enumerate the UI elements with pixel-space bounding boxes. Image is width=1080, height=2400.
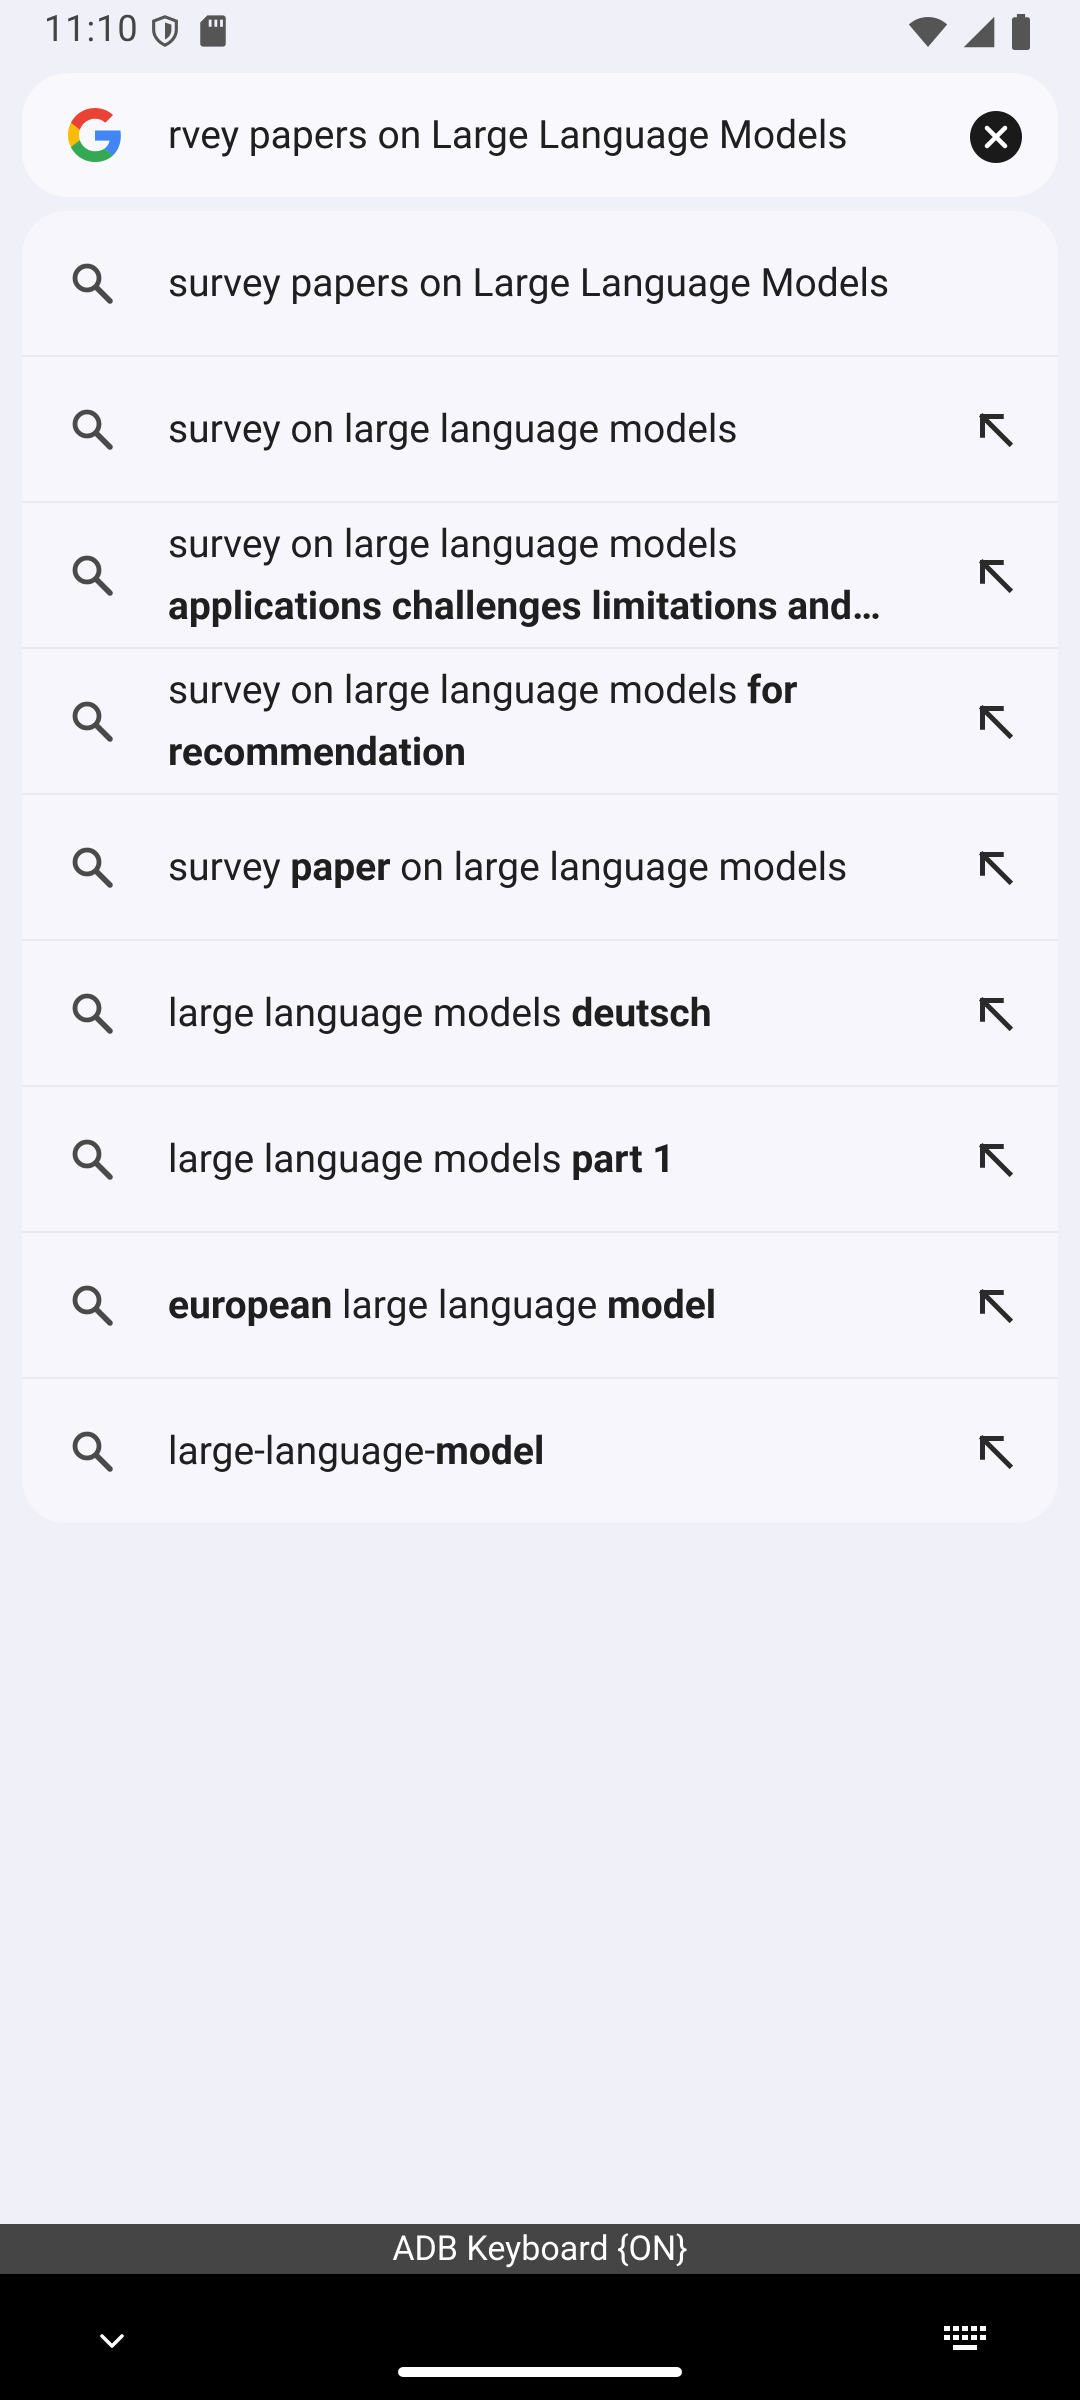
suggestion-segment: survey on large language models (168, 406, 738, 452)
search-icon (68, 843, 116, 891)
suggestion-text: survey on large language models for recom… (168, 659, 938, 783)
suggestion-segment: large language models (168, 990, 572, 1036)
suggestion-item[interactable]: large language models deutsch (22, 941, 1058, 1087)
fill-query-arrow-icon[interactable] (970, 550, 1020, 600)
suggestion-bold-segment: applications challenges limitations and… (168, 583, 881, 629)
fill-query-arrow-icon[interactable] (970, 1426, 1020, 1476)
suggestion-text: survey papers on Large Language Models (168, 252, 938, 314)
search-icon (68, 259, 116, 307)
suggestion-segment: large-language- (168, 1428, 436, 1474)
google-logo-icon (68, 108, 121, 162)
search-icon (68, 1135, 116, 1183)
suggestion-text: survey paper on large language models (168, 836, 938, 898)
status-notification-icons (148, 14, 228, 48)
status-bar: 11:10 (0, 0, 1080, 62)
suggestion-bold-segment: for (747, 667, 798, 713)
suggestion-item[interactable]: european large language model (22, 1233, 1058, 1379)
suggestion-segment: large language (332, 1282, 607, 1328)
chevron-down-icon[interactable] (92, 2326, 132, 2356)
suggestion-list: survey papers on Large Language Models su… (22, 211, 1058, 1523)
status-system-icons (908, 14, 1032, 50)
fill-query-arrow-icon[interactable] (970, 842, 1020, 892)
suggestion-bold-segment: paper (290, 844, 391, 890)
keyboard-icon[interactable] (942, 2324, 988, 2356)
suggestion-item[interactable]: large language models part 1 (22, 1087, 1058, 1233)
suggestion-bold-segment: european (168, 1282, 333, 1328)
fill-query-arrow-icon[interactable] (970, 1280, 1020, 1330)
suggestion-item[interactable]: survey on large language models applicati… (22, 503, 1058, 649)
suggestion-bold-segment: part 1 (571, 1136, 675, 1182)
search-icon (68, 989, 116, 1037)
suggestion-text: survey on large language models applicati… (168, 513, 938, 637)
suggestion-segment: survey papers on Large Language Models (168, 260, 890, 306)
suggestion-item[interactable]: survey on large language models for recom… (22, 649, 1058, 795)
search-icon (68, 1427, 116, 1475)
navigation-bar (0, 2274, 1080, 2400)
suggestion-text: large-language-model (168, 1420, 938, 1482)
status-time: 11:10 (44, 8, 139, 50)
suggestion-segment: survey on large language models (168, 521, 738, 567)
fill-query-arrow-icon[interactable] (970, 1134, 1020, 1184)
search-icon (68, 697, 116, 745)
suggestion-bold-segment: deutsch (571, 990, 712, 1036)
search-icon (68, 1281, 116, 1329)
search-icon (68, 551, 116, 599)
suggestion-text: large language models deutsch (168, 982, 938, 1044)
suggestion-segment: large language models (168, 1136, 572, 1182)
suggestion-segment: survey (168, 844, 291, 890)
suggestion-bold-segment: recommendation (168, 729, 467, 775)
suggestion-text: european large language model (168, 1274, 938, 1336)
suggestion-item[interactable]: survey on large language models (22, 357, 1058, 503)
home-gesture-bar[interactable] (398, 2367, 682, 2377)
suggestion-segment: survey on large language models (168, 667, 748, 713)
suggestion-text: large language models part 1 (168, 1128, 938, 1190)
suggestion-item[interactable]: survey papers on Large Language Models (22, 211, 1058, 357)
suggestion-text: survey on large language models (168, 398, 938, 460)
cellular-signal-icon (963, 16, 995, 48)
search-box[interactable] (22, 73, 1058, 197)
fill-query-arrow-icon[interactable] (970, 988, 1020, 1038)
suggestion-bold-segment: model (435, 1428, 545, 1474)
sd-card-icon (200, 15, 226, 47)
suggestion-bold-segment: model (606, 1282, 717, 1328)
search-icon (68, 405, 116, 453)
fill-query-arrow-icon[interactable] (970, 696, 1020, 746)
battery-icon (1012, 14, 1030, 50)
fill-query-arrow-icon[interactable] (970, 404, 1020, 454)
suggestion-item[interactable]: large-language-model (22, 1379, 1058, 1523)
clear-search-button[interactable] (970, 111, 1022, 163)
shield-icon (152, 15, 178, 47)
suggestion-segment: on large language models (390, 844, 848, 890)
suggestion-item[interactable]: survey paper on large language models (22, 795, 1058, 941)
keyboard-status-bar: ADB Keyboard {ON} (0, 2224, 1080, 2274)
close-icon (984, 125, 1008, 149)
wifi-icon (908, 17, 948, 47)
search-input[interactable] (168, 103, 948, 167)
